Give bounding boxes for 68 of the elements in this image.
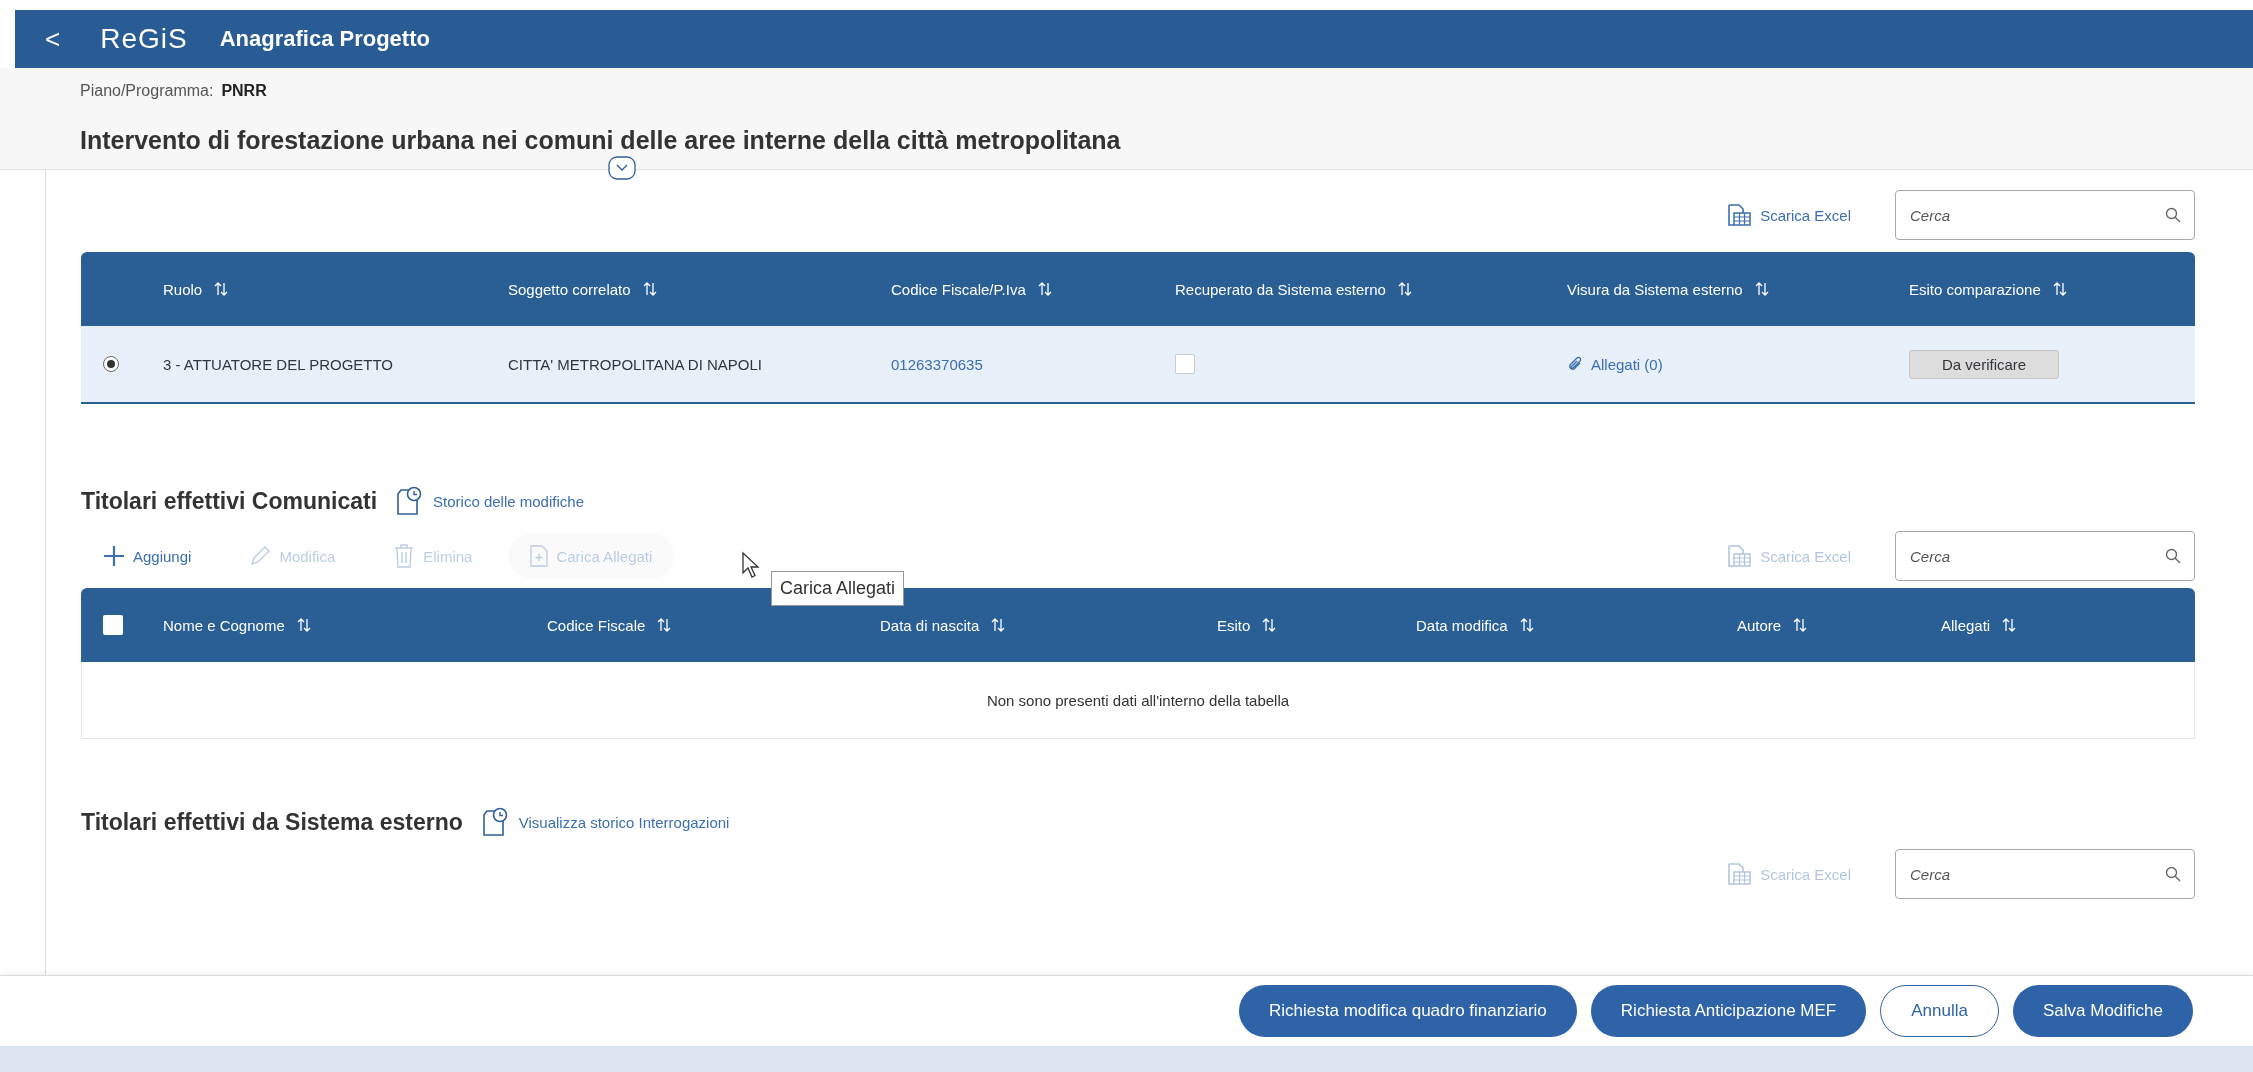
sort-icon[interactable] [1754,281,1769,297]
sort-icon[interactable] [991,617,1006,633]
column-header[interactable]: Allegati [1941,616,1991,634]
column-header[interactable]: Codice Fiscale/P.Iva [891,280,1026,298]
sort-icon[interactable] [1519,617,1534,633]
tax-code-link[interactable]: 01263370635 [891,355,1175,373]
column-header[interactable]: Data di nascita [880,616,980,634]
action-button[interactable]: Salva Modifiche [2013,985,2193,1037]
sort-icon[interactable] [657,617,672,633]
mouse-cursor-icon [741,551,761,579]
document-clock-icon [480,807,509,837]
sort-icon[interactable] [642,281,657,297]
column-header[interactable]: Ruolo [163,280,203,298]
program-label: Piano/Programma: [80,82,214,100]
table-row[interactable]: 3 - ATTUATORE DEL PROGETTO CITTA' METROPOLITANA DI NAPOLI 01263370635 Allegati (0) Da verificare [81,326,2195,404]
empty-table-message: Non sono presenti dati all'interno della tabella [986,691,1290,709]
checkbox[interactable] [1175,354,1195,374]
sort-icon[interactable] [2002,617,2017,633]
table-cell-text: 3 - ATTUATORE DEL PROGETTO [163,355,395,373]
section-title: Titolari effettivi da Sistema esterno [81,808,463,836]
search-icon[interactable] [2165,866,2181,882]
project-title: Intervento di forestazione urbana nei comuni delle aree interne della città metropolitana [80,126,1122,155]
status-badge: Da verificare [1909,349,2060,379]
add-button[interactable]: Aggiungi [81,533,214,579]
search-icon[interactable] [2165,548,2181,564]
program-value: PNRR [221,82,267,100]
radio-button[interactable] [103,356,119,372]
search-icon[interactable] [2165,207,2181,223]
sort-icon[interactable] [296,617,311,633]
document-clock-icon [395,486,424,516]
sort-icon[interactable] [1262,617,1277,633]
sort-icon[interactable] [1793,617,1808,633]
action-button[interactable]: Richiesta Anticipazione MEF [1590,985,1867,1037]
select-all-checkbox[interactable] [103,615,123,635]
trash-icon [393,543,416,569]
back-button[interactable]: < [45,23,61,55]
history-link[interactable]: Storico delle modifiche [395,486,584,516]
column-header[interactable]: Data modifica [1416,616,1508,634]
app-logo: ReGiS [100,23,188,55]
column-header[interactable]: Codice Fiscale [547,616,646,634]
column-header[interactable]: Esito comparazione [1909,280,2041,298]
history-link[interactable]: Visualizza storico Interrogazioni [480,807,730,837]
column-header[interactable]: Autore [1737,616,1782,634]
column-header[interactable]: Soggetto correlato [508,280,631,298]
search-field[interactable]: Cerca [1895,849,2195,899]
column-header[interactable]: Esito [1217,616,1251,634]
sort-icon[interactable] [214,281,229,297]
attachments-link[interactable]: Allegati (0) [1567,355,1909,373]
search-field[interactable]: Cerca [1895,190,2195,240]
sort-icon[interactable] [1397,281,1412,297]
plus-icon [103,545,125,567]
paperclip-icon [1567,356,1583,372]
page-title: Anagrafica Progetto [219,26,430,52]
section-title: Titolari effettivi Comunicati [81,487,378,515]
action-button[interactable]: Annulla [1880,985,1999,1037]
column-header[interactable]: Visura da Sistema esterno [1567,280,1743,298]
action-button[interactable]: Richiesta modifica quadro finanziario [1239,985,1577,1037]
tooltip: Carica Allegati [771,571,905,606]
pencil-icon [249,545,272,567]
column-header[interactable]: Nome e Cognome [163,616,285,634]
column-header[interactable]: Recuperato da Sistema esterno [1175,280,1386,298]
chevron-down-icon[interactable] [607,156,636,180]
download-excel-button[interactable]: Scarica Excel [1720,197,1855,233]
search-field[interactable]: Cerca [1895,531,2195,581]
sort-icon[interactable] [2052,281,2067,297]
sort-icon[interactable] [1037,281,1052,297]
document-plus-icon [530,545,549,567]
table-cell-text: CITTA' METROPOLITANA DI NAPOLI [508,355,763,373]
